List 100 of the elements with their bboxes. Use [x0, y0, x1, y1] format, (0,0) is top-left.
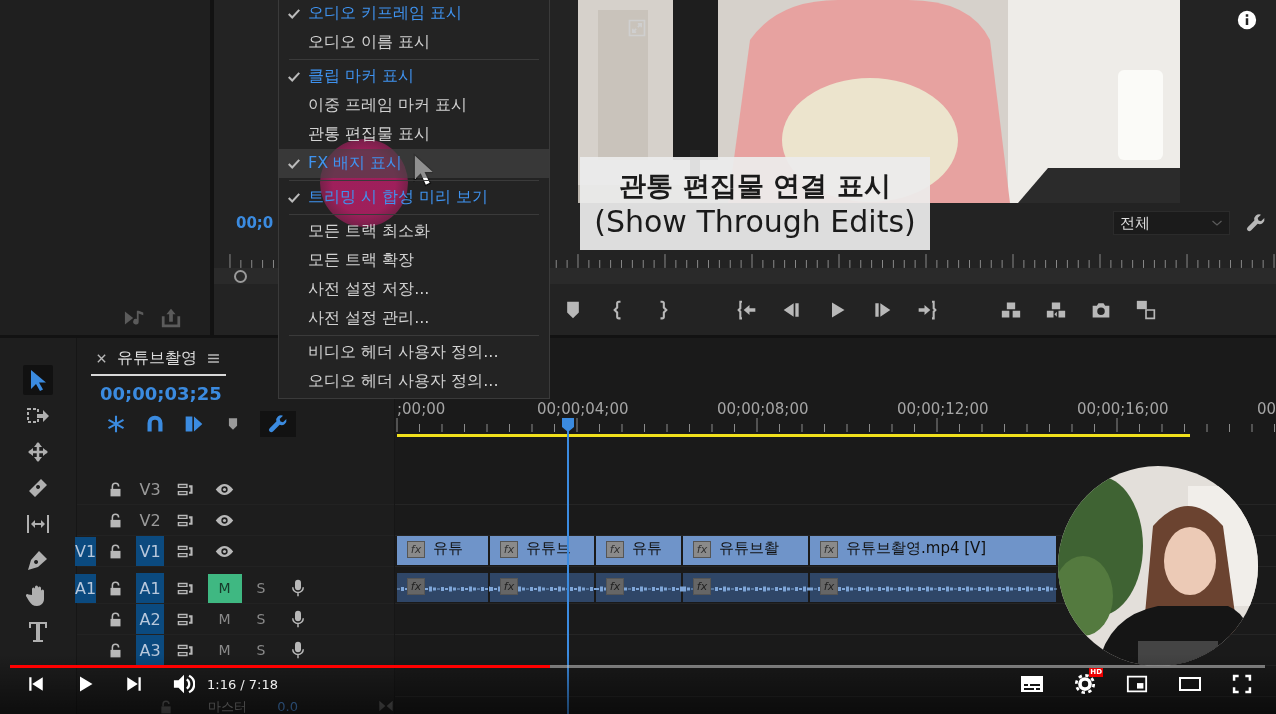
effect-badge: fx — [500, 578, 518, 595]
menu-item[interactable]: 사전 설정 저장... — [279, 275, 549, 304]
menu-item[interactable]: 모든 트랙 확장 — [279, 246, 549, 275]
audio-clip[interactable]: fx — [397, 573, 490, 602]
audio-clip[interactable]: fx — [490, 573, 596, 602]
ripple-tool-icon — [26, 440, 50, 464]
effect-badge: fx — [500, 541, 518, 558]
wrench-icon — [268, 414, 288, 434]
track-name: 마스터 — [208, 699, 248, 714]
menu-item[interactable]: 모든 트랙 최소화 — [279, 217, 549, 246]
zoom-dropdown[interactable]: 전체 — [1113, 211, 1230, 235]
checkmark-icon — [286, 69, 301, 84]
mute-toggle[interactable]: M — [207, 635, 242, 665]
miniplayer-icon[interactable] — [1126, 673, 1148, 695]
menu-item[interactable]: 오디오 키프레임 표시 — [279, 0, 549, 28]
audio-clip[interactable]: fx — [596, 573, 683, 602]
type-tool-icon — [26, 620, 50, 644]
pen-tool-icon — [26, 548, 50, 572]
video-clip[interactable]: fx 유튜브촬 — [683, 536, 810, 565]
previous-icon[interactable] — [27, 675, 45, 693]
progress-track[interactable] — [10, 665, 1265, 668]
menu-item[interactable]: 사전 설정 관리... — [279, 304, 549, 333]
clip-name: 유튜브촬 — [719, 539, 779, 558]
clip-name: 유튜 — [433, 539, 463, 558]
microphone-icon[interactable] — [289, 641, 307, 659]
wrench-button[interactable] — [260, 411, 296, 437]
effect-badge: fx — [820, 578, 838, 595]
export-icon[interactable] — [160, 307, 182, 329]
playback-time: 1:16 / 7:18 — [207, 676, 279, 692]
effect-badge: fx — [606, 541, 624, 558]
menu-item[interactable]: 이중 프레임 마커 표시 — [279, 91, 549, 120]
menu-item[interactable]: 관통 편집물 표시 — [279, 120, 549, 149]
sequence-timecode[interactable]: 00;00;03;25 — [100, 382, 222, 404]
time-label: 00;00;12;00 — [897, 400, 990, 418]
effect-badge: fx — [693, 578, 711, 595]
effect-badge: fx — [407, 541, 425, 558]
effect-badge: fx — [606, 578, 624, 595]
effect-badge: fx — [820, 541, 838, 558]
zoom-value: 전체 — [1120, 213, 1150, 233]
checkmark-icon — [286, 6, 301, 21]
source-patch[interactable]: V1 — [74, 536, 97, 566]
nest-icon — [106, 414, 126, 434]
caption-subtitle: (Show Through Edits) — [594, 204, 916, 239]
time-label: 00;00;16;00 — [1077, 400, 1170, 418]
clip-name: 유튜 — [632, 539, 662, 558]
fullscreen-icon[interactable] — [1232, 674, 1252, 694]
volume-icon[interactable] — [173, 673, 195, 695]
clip-name: 유튜브촬영.mp4 [V] — [846, 539, 987, 558]
solo-toggle[interactable]: S — [244, 604, 278, 634]
mute-toggle[interactable]: M — [207, 573, 242, 603]
info-icon[interactable] — [1237, 10, 1257, 30]
next-icon[interactable] — [125, 675, 143, 693]
solo-toggle[interactable]: S — [244, 573, 278, 603]
playhead-timecode[interactable]: 00;0 — [236, 214, 274, 232]
menu-item[interactable]: 클립 마커 표시 — [279, 62, 549, 91]
menu-icon[interactable] — [207, 352, 220, 365]
track-target[interactable]: A1 — [136, 573, 164, 603]
slip-tool-icon — [26, 512, 50, 536]
microphone-icon[interactable] — [289, 579, 307, 597]
track-target[interactable]: A2 — [136, 604, 164, 634]
settings-icon[interactable] — [1246, 213, 1266, 233]
time-label: ;00;00 — [397, 400, 447, 418]
track-target[interactable]: V1 — [136, 536, 164, 566]
work-area-bar[interactable] — [397, 433, 1190, 437]
menu-item[interactable]: 오디오 이름 표시 — [279, 28, 549, 57]
menu-item[interactable]: 비디오 헤더 사용자 정의... — [279, 338, 549, 367]
source-patch[interactable]: A1 — [74, 573, 97, 603]
menu-item[interactable]: 오디오 헤더 사용자 정의... — [279, 367, 549, 396]
tool-button[interactable] — [23, 365, 53, 395]
video-clip[interactable]: fx 유튜 — [596, 536, 683, 565]
audio-clip[interactable]: fx — [810, 573, 1058, 602]
video-clip[interactable]: fx 유튜브촬영.mp4 [V] — [810, 536, 1058, 565]
checkmark-icon — [286, 156, 301, 171]
magnet-icon — [145, 414, 165, 434]
playhead-handle[interactable] — [234, 269, 247, 283]
time-label: 00;00;08;00 — [717, 400, 810, 418]
mouse-pointer-icon — [413, 153, 433, 187]
compare-icon[interactable] — [1136, 299, 1156, 320]
mute-toggle[interactable]: M — [207, 604, 242, 634]
checkmark-icon — [286, 190, 301, 205]
go-to-in-icon[interactable] — [737, 299, 757, 320]
track-target[interactable]: A3 — [136, 635, 164, 665]
go-to-out-icon[interactable] — [917, 299, 937, 320]
audio-clip[interactable]: fx — [683, 573, 810, 602]
time-label: 00;00;04;00 — [537, 400, 630, 418]
settings-icon[interactable] — [1074, 673, 1096, 695]
track-target[interactable]: V2 — [136, 505, 164, 535]
linked-selection-icon — [184, 414, 204, 434]
effect-badge: fx — [693, 541, 711, 558]
effect-badge: fx — [407, 578, 425, 595]
solo-toggle[interactable]: S — [244, 635, 278, 665]
menu-item[interactable]: FX 배지 표시 — [279, 149, 549, 178]
sequence-tab[interactable]: 유튜브촬영 — [117, 348, 197, 369]
caption-title: 관통 편집물 연결 표시 — [619, 169, 891, 203]
time-label: 00 — [1257, 400, 1276, 418]
close-icon[interactable] — [96, 353, 107, 364]
track-target[interactable]: V3 — [136, 474, 164, 504]
microphone-icon[interactable] — [289, 610, 307, 628]
marker-icon — [226, 417, 240, 431]
video-clip[interactable]: fx 유튜 — [397, 536, 490, 565]
